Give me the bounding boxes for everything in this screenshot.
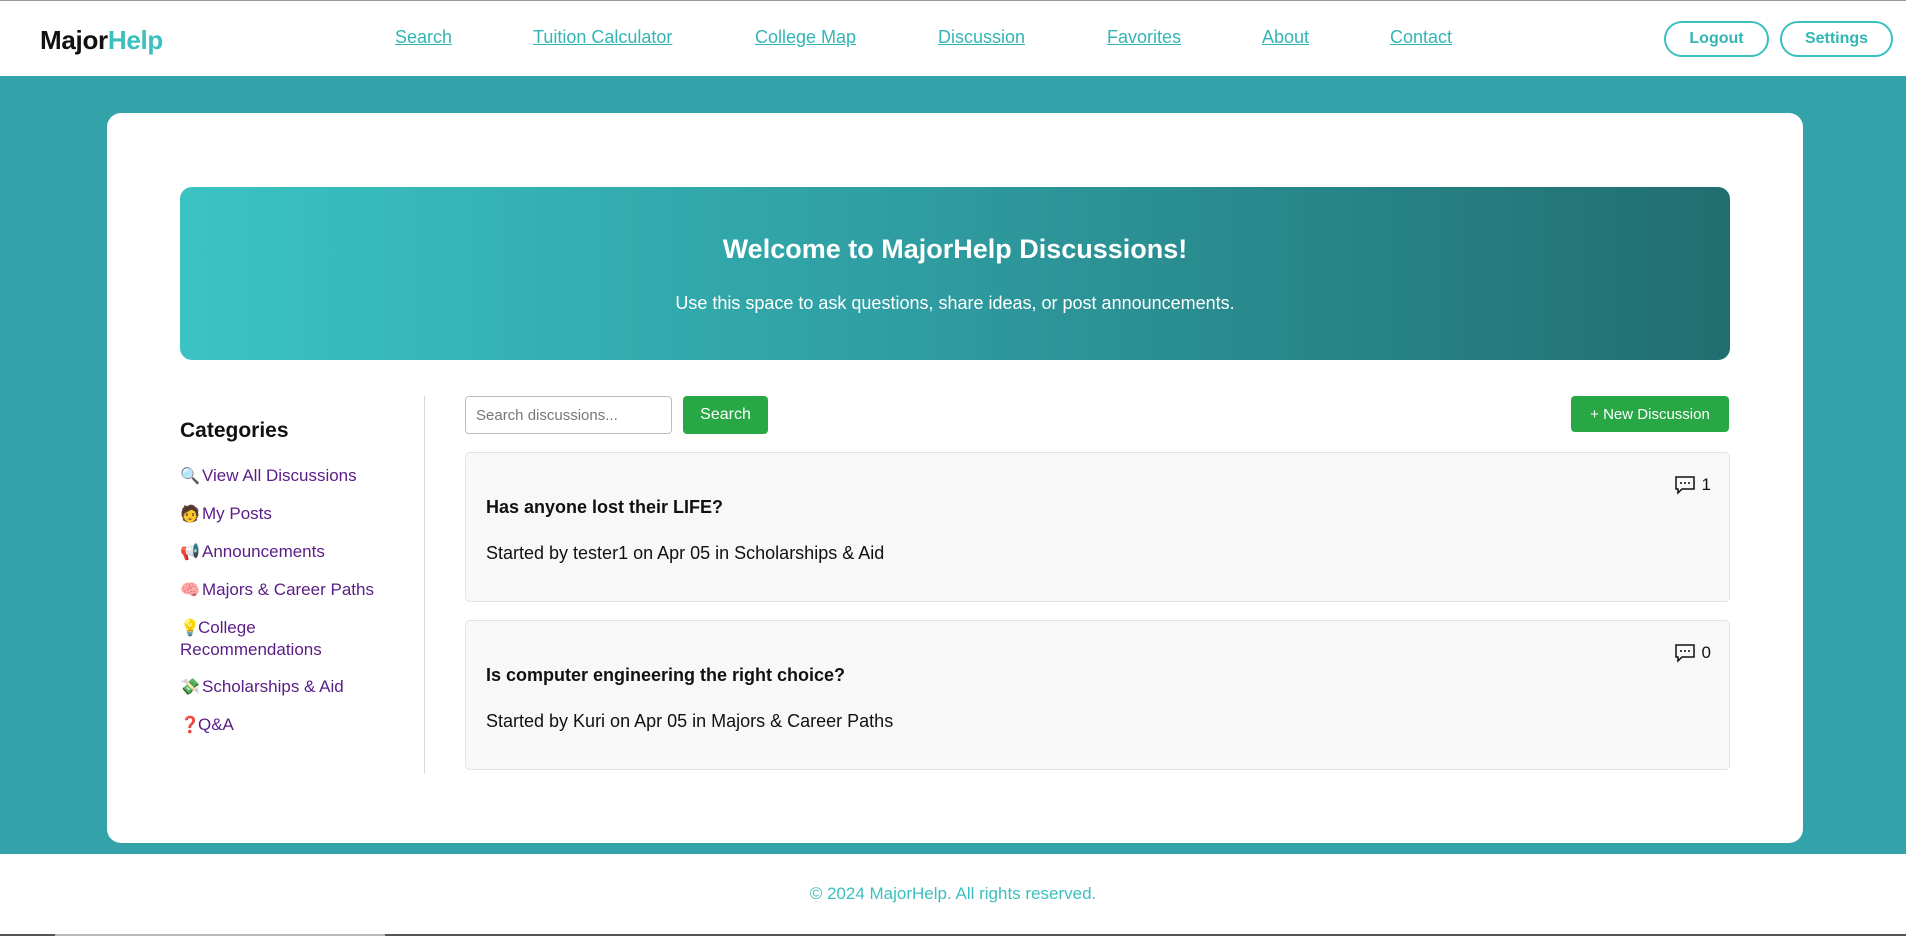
category-announcements[interactable]: 📢 Announcements xyxy=(180,541,410,563)
category-view-all-discussions[interactable]: 🔍 View All Discussions xyxy=(180,465,410,487)
category-my-posts[interactable]: 🧑 My Posts xyxy=(180,503,410,525)
category-label: College Recommendations xyxy=(180,618,322,659)
category-college-recommendations[interactable]: 💡College Recommendations xyxy=(180,617,395,660)
nav-favorites[interactable]: Favorites xyxy=(1107,27,1181,48)
category-qa[interactable]: ❓Q&A xyxy=(180,714,410,736)
site-header: MajorHelp Search Tuition Calculator Coll… xyxy=(0,1,1906,76)
nav-tuition-calculator[interactable]: Tuition Calculator xyxy=(533,27,672,48)
categories-sidebar: Categories 🔍 View All Discussions 🧑 My Pos… xyxy=(180,396,425,774)
nav-contact[interactable]: Contact xyxy=(1390,27,1452,48)
nav-discussion[interactable]: Discussion xyxy=(938,27,1025,48)
category-label: Q&A xyxy=(198,715,234,734)
search-button[interactable]: Search xyxy=(683,396,768,434)
category-label: Announcements xyxy=(202,542,325,561)
footer-copyright: © 2024 MajorHelp. All rights reserved. xyxy=(809,884,1097,903)
comment-icon xyxy=(1674,476,1695,495)
page-subtitle: Use this space to ask questions, share i… xyxy=(675,293,1235,313)
main-nav: Search Tuition Calculator College Map Di… xyxy=(0,27,1906,51)
lightbulb-icon: 💡 xyxy=(180,620,200,637)
discussion-post[interactable]: Is computer engineering the right choice… xyxy=(465,620,1730,770)
post-meta: Started by tester1 on Apr 05 in Scholars… xyxy=(486,543,885,563)
settings-button[interactable]: Settings xyxy=(1780,21,1893,57)
magnifier-icon: 🔍 xyxy=(180,468,200,485)
category-scholarships-aid[interactable]: 💸 Scholarships & Aid xyxy=(180,676,410,698)
comment-count-value: 0 xyxy=(1701,643,1711,662)
category-label: My Posts xyxy=(202,504,272,523)
logout-button[interactable]: Logout xyxy=(1664,21,1769,57)
comment-count: 0 xyxy=(1674,643,1711,663)
question-icon: ❓ xyxy=(180,717,200,734)
comment-count: 1 xyxy=(1674,475,1711,495)
post-title[interactable]: Is computer engineering the right choice… xyxy=(486,665,845,686)
post-meta: Started by Kuri on Apr 05 in Majors & Ca… xyxy=(486,711,894,731)
page-title: Welcome to MajorHelp Discussions! xyxy=(722,234,1188,264)
search-discussions-input[interactable] xyxy=(465,396,672,434)
discussion-card: Welcome to MajorHelp Discussions! Use th… xyxy=(107,113,1803,843)
brain-icon: 🧠 xyxy=(180,582,200,599)
money-icon: 💸 xyxy=(180,679,200,696)
category-label: View All Discussions xyxy=(202,466,357,485)
welcome-banner: Welcome to MajorHelp Discussions! Use th… xyxy=(180,187,1730,360)
nav-college-map[interactable]: College Map xyxy=(755,27,856,48)
new-discussion-button[interactable]: + New Discussion xyxy=(1571,396,1729,432)
person-icon: 🧑 xyxy=(180,506,200,523)
nav-search[interactable]: Search xyxy=(395,27,452,48)
comment-count-value: 1 xyxy=(1701,475,1711,494)
site-footer: © 2024 MajorHelp. All rights reserved. xyxy=(0,854,1906,936)
category-majors-career-paths[interactable]: 🧠 Majors & Career Paths xyxy=(180,579,410,601)
discussion-post[interactable]: Has anyone lost their LIFE? Started by t… xyxy=(465,452,1730,602)
category-label: Majors & Career Paths xyxy=(202,580,374,599)
nav-about[interactable]: About xyxy=(1262,27,1309,48)
post-title[interactable]: Has anyone lost their LIFE? xyxy=(486,497,723,518)
category-label: Scholarships & Aid xyxy=(202,677,344,696)
comment-icon xyxy=(1674,644,1695,663)
megaphone-icon: 📢 xyxy=(180,544,200,561)
categories-heading: Categories xyxy=(180,419,289,442)
